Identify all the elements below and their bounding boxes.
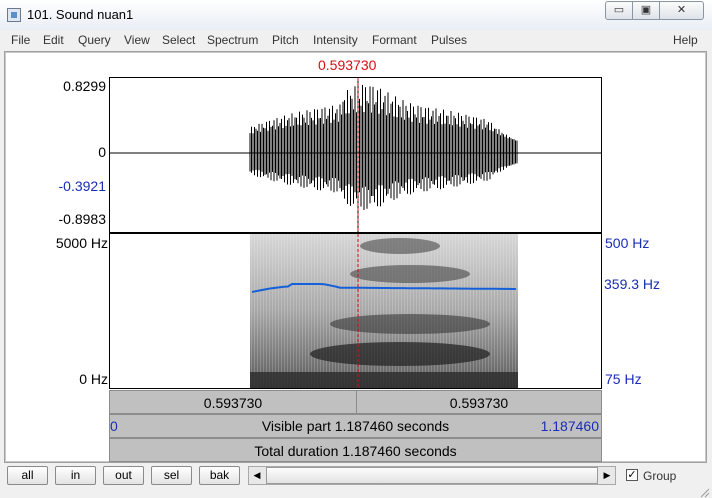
formant-band-f4 [360,238,440,254]
group-checkbox[interactable]: ✓ [626,469,638,481]
formant-band-f1 [310,342,490,366]
zoom-back-button[interactable]: bak [199,466,240,485]
scroll-right-arrow-icon[interactable]: ▶ [599,467,615,484]
pitch-max-label: 500 Hz [605,235,650,251]
formant-band-f2 [330,314,490,334]
spectrogram-panel[interactable] [109,233,602,389]
waveform-trace [249,78,518,232]
minimize-button[interactable]: ▭ [605,1,633,20]
waveform-plot [110,78,601,232]
pitch-cursor-label: 359.3 Hz [604,276,661,292]
close-button[interactable]: ✕ [659,1,704,20]
maximize-button[interactable]: ▣ [632,1,660,20]
visible-part-label: Visible part 1.187460 seconds [261,418,450,434]
window-title: 101. Sound nuan1 [27,7,134,22]
formant-band-f3 [350,265,470,283]
spectrogram-plot [250,234,518,388]
spectrogram-freq-max-label: 5000 Hz [55,235,108,251]
total-duration-bar[interactable]: Total duration 1.187460 seconds [109,438,602,462]
menu-select[interactable]: Select [162,33,195,47]
waveform-panel[interactable] [109,77,602,233]
scrollbar-thumb[interactable] [266,467,598,484]
menu-view[interactable]: View [124,33,150,47]
menu-pulses[interactable]: Pulses [431,33,467,47]
cursor-time-label: 0.593730 [318,57,377,73]
scroll-left-arrow-icon[interactable]: ◀ [249,467,265,484]
menu-file[interactable]: File [11,33,30,47]
group-label: Group [643,469,677,483]
zoom-selection-button[interactable]: sel [151,466,192,485]
sound-window-icon [7,8,21,22]
menu-intensity[interactable]: Intensity [313,33,358,47]
zoom-in-button[interactable]: in [55,466,96,485]
pitch-min-label: 75 Hz [605,371,642,387]
resize-grip-icon[interactable] [698,486,710,498]
zoom-all-button[interactable]: all [7,466,48,485]
waveform-samples [249,78,518,232]
waveform-cursor-value-label: -0.3921 [58,178,106,194]
menu-query[interactable]: Query [78,33,111,47]
visible-part-bar[interactable]: 0 Visible part 1.187460 seconds 1.187460 [109,414,602,438]
visible-end-label: 1.187460 [540,418,599,434]
waveform-min-label: -0.8983 [58,211,106,227]
voice-bar [250,372,518,388]
zoom-out-button[interactable]: out [103,466,144,485]
menu-edit[interactable]: Edit [43,33,64,47]
menu-pitch[interactable]: Pitch [272,33,299,47]
waveform-zero-label: 0 [98,144,106,160]
right-segment-bar[interactable]: 0.593730 [356,390,602,414]
left-segment-bar[interactable]: 0.593730 [109,390,357,414]
menu-formant[interactable]: Formant [372,33,417,47]
menu-spectrum[interactable]: Spectrum [207,33,258,47]
spectrogram-freq-min-label: 0 Hz [79,371,108,387]
waveform-max-label: 0.8299 [63,78,106,94]
menu-help[interactable]: Help [673,33,698,47]
